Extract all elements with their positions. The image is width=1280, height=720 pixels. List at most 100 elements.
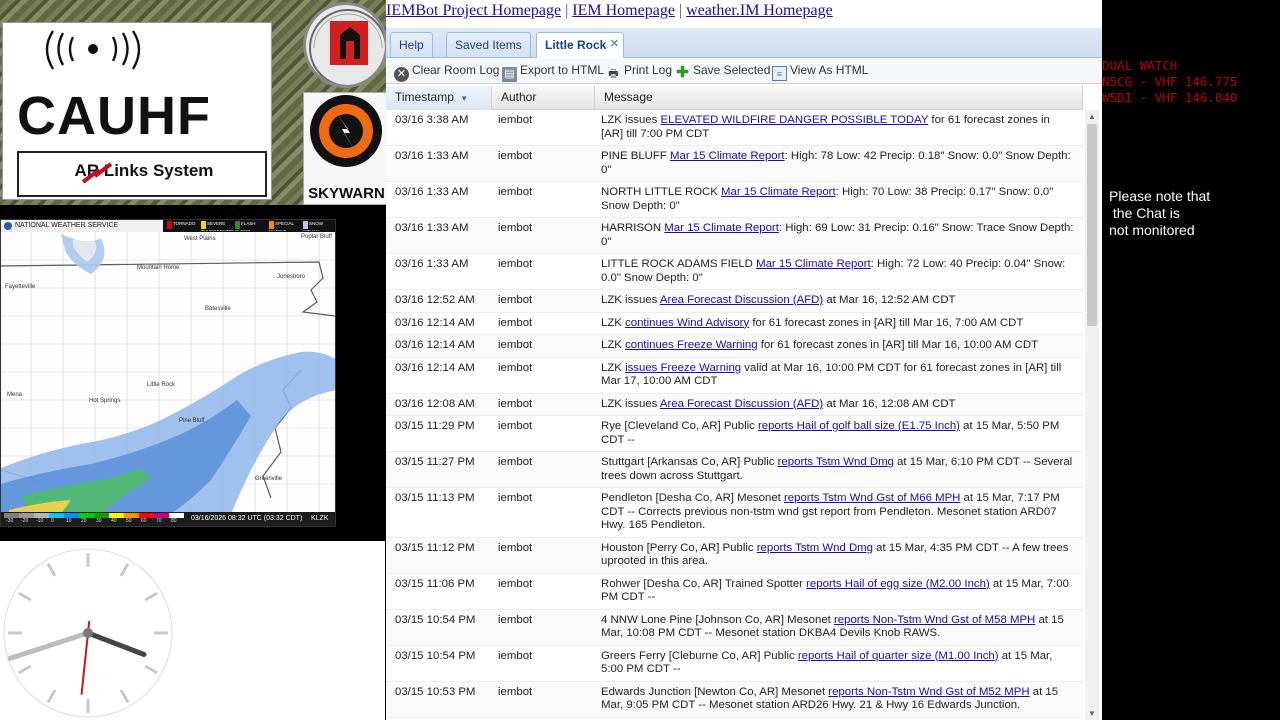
message-row[interactable]: 03/15 10:53 PM iembot Edwards Junction [Ne… [386,681,1083,718]
tab-saved-items[interactable]: Saved Items [446,32,531,57]
column-author[interactable]: Author [492,86,595,110]
message-link[interactable]: issues Freeze Warning [625,362,741,374]
message-link[interactable]: reports Tstm Wnd Dmg [757,542,873,554]
sort-desc-icon: ▼ [460,94,469,103]
row-author: iembot [498,150,533,162]
radar-scale-label: 60 [141,518,147,524]
scroll-down-icon[interactable]: ▼ [1088,709,1096,718]
message-link[interactable]: Area Forecast Discussion (AFD) [660,294,823,306]
iem-homepage-link[interactable]: IEM Homepage [572,2,675,19]
message-row[interactable]: 03/15 11:12 PM iembot Houston [Perry Co, A… [386,537,1083,574]
column-message[interactable]: Message [595,86,1083,110]
radar-station: KLZK [311,515,329,522]
message-row[interactable]: 03/16 12:08 AM iembot LZK issues Area Fore… [386,393,1083,416]
export-html-button[interactable]: ▤ Export to HTML [502,63,604,82]
message-row[interactable]: 03/16 12:14 AM iembot LZK continues Freeze… [386,335,1083,358]
message-text: LZK [601,339,626,351]
radar-scale-label: -10 [36,518,44,524]
radar-scale-label: 0 [51,518,54,524]
message-link[interactable]: reports Hail of egg size (M2.00 Inch) [806,578,990,590]
radar-legend-swatch [269,221,274,229]
message-text: LZK [601,316,626,329]
vertical-scrollbar[interactable]: ▲ ▼ [1085,110,1099,720]
clear-room-log-button[interactable]: ✕ Clear Room Log [394,63,499,82]
message-text: at Mar 16, 12:52 AM CDT [823,294,956,306]
message-row[interactable]: 03/15 10:54 PM iembot Greers Ferry [Clebur… [386,646,1083,682]
message-row[interactable]: 03/16 1:33 AM iembot HARRISON Mar 15 Clima… [386,218,1083,254]
message-text: PINE BLUFF [601,150,670,162]
message-link[interactable]: Mar 15 Climate Report [670,150,785,162]
message-text: LITTLE ROCK ADAMS FIELD [601,258,757,270]
message-row[interactable]: 03/16 12:14 AM iembot LZK continues Wind A… [386,313,1083,335]
tab-little-rock[interactable]: Little Rock ✕ [536,32,624,58]
message-link[interactable]: Mar 15 Climate Report [664,222,779,234]
message-link[interactable]: Mar 15 Climate Report [721,186,836,198]
clear-icon: ✕ [394,67,409,82]
message-text: LZK issues [601,397,660,410]
screen: CAUHF AR Links System SKYWARN West Plain… [0,0,1280,720]
message-link[interactable]: reports Tstm Wnd Gst of M66 MPH [784,492,960,504]
message-row[interactable]: 03/16 12:14 AM iembot LZK issues Freeze Wa… [386,358,1083,394]
skywarn-text: SKYWARN [308,185,385,202]
row-timestamp: 03/15 10:53 PM [395,685,476,698]
radar-footer: -30 -20 -10 0 10 20 30 40 50 60 70 80 03/16/2026 08… [1,512,335,526]
message-row[interactable]: 03/15 10:54 PM iembot 4 NNW Lone Pine [Joh… [386,609,1083,646]
row-author: iembot [498,456,533,468]
row-author: iembot [498,492,533,504]
print-log-button[interactable]: 🖶 Print Log [606,63,672,82]
radar-scale-label: 80 [171,518,177,524]
message-link[interactable]: ELEVATED WILDFIRE DANGER POSSIBLE TODAY [661,114,929,126]
message-link[interactable]: continues Freeze Warning [625,339,758,351]
message-text: NORTH LITTLE ROCK [601,186,722,198]
message-link[interactable]: reports Hail of golf ball size (E1.75 In… [758,420,960,432]
dual-watch-line: DUAL WATCH [1102,58,1178,73]
export-html-label: Export to HTML [520,63,605,77]
dual-watch-text: DUAL WATCH N5CG - VHF 146.775 W5DI - VHF 1… [1102,58,1237,106]
message-link[interactable]: reports Tstm Wnd Dmg [778,456,894,468]
clear-room-log-label: Clear Room Log [412,63,500,77]
message-link[interactable]: reports Hail of quarter size (M1.00 Inch… [798,650,999,662]
radar-city-label: West Plains [184,236,216,242]
message-link[interactable]: reports Non-Tstm Wnd Gst of M52 MPH [828,686,1029,698]
column-timestamp[interactable]: Timestamp ▼ [386,86,492,110]
radar-city-label: Mountain Home [137,265,180,271]
message-link[interactable]: continues Wind Advisory [625,317,749,329]
message-row[interactable]: 03/15 11:27 PM iembot Stuttgart [Arkansas … [386,452,1083,488]
message-row[interactable]: 03/15 11:13 PM iembot Pendleton [Desha Co,… [386,488,1083,538]
scroll-up-icon[interactable]: ▲ [1088,112,1096,121]
iembot-homepage-link[interactable]: IEMBot Project Homepage [386,2,561,19]
message-row[interactable]: 03/16 1:33 AM iembot LITTLE ROCK ADAMS FIE… [386,254,1083,290]
row-timestamp: 03/16 1:33 AM [395,222,469,234]
row-message: Houston [Perry Co, AR] Public reports Ts… [595,538,1083,573]
message-row[interactable]: 03/15 11:29 PM iembot Rye [Cleveland Co, A… [386,416,1083,452]
row-author: iembot [498,294,533,306]
row-message: Pendleton [Desha Co, AR] Mesonet reports… [595,488,1083,537]
message-row[interactable]: 03/16 1:33 AM iembot PINE BLUFF Mar 15 Cli… [386,146,1083,182]
scrollbar-thumb[interactable] [1087,124,1097,326]
message-text: LZK issues [601,294,660,306]
row-timestamp: 03/15 11:06 PM [395,577,475,590]
radar-scale-label: 30 [96,518,102,524]
view-as-html-button[interactable]: ≡ View As HTML [772,63,868,81]
message-row[interactable]: 03/16 3:38 AM iembot LZK issues ELEVATED W… [386,110,1083,146]
lightning-icon [81,162,113,184]
top-links: IEMBot Project Homepage | IEM Homepage |… [386,2,833,24]
save-selected-button[interactable]: ✚ Save Selected [675,63,770,80]
message-text: for 61 forecast zones in [AR] till Mar 1… [749,316,1024,329]
row-timestamp: 03/16 12:52 AM [395,294,475,306]
row-author: iembot [498,186,533,198]
row-timestamp: 03/15 11:12 PM [395,541,475,554]
weather-im-homepage-link[interactable]: weather.IM Homepage [686,2,833,19]
message-link[interactable]: Mar 15 Climate Report [756,258,871,270]
row-message: NORTH LITTLE ROCK Mar 15 Climate Report:… [595,182,1083,217]
message-link[interactable]: Area Forecast Discussion (AFD) [660,398,823,410]
message-link[interactable]: reports Non-Tstm Wnd Gst of M58 MPH [834,614,1035,626]
tab-close-icon[interactable]: ✕ [610,37,619,50]
message-row[interactable]: 03/15 11:06 PM iembot Rohwer [Desha Co, AR… [386,574,1083,610]
radar-scale-label: 20 [81,518,87,524]
tab-help[interactable]: Help [390,32,433,57]
row-author: iembot [498,222,533,234]
radar-legend-swatch [167,221,172,229]
message-row[interactable]: 03/16 1:33 AM iembot NORTH LITTLE ROCK Mar… [386,182,1083,218]
message-row[interactable]: 03/16 12:52 AM iembot LZK issues Area Fore… [386,290,1083,313]
